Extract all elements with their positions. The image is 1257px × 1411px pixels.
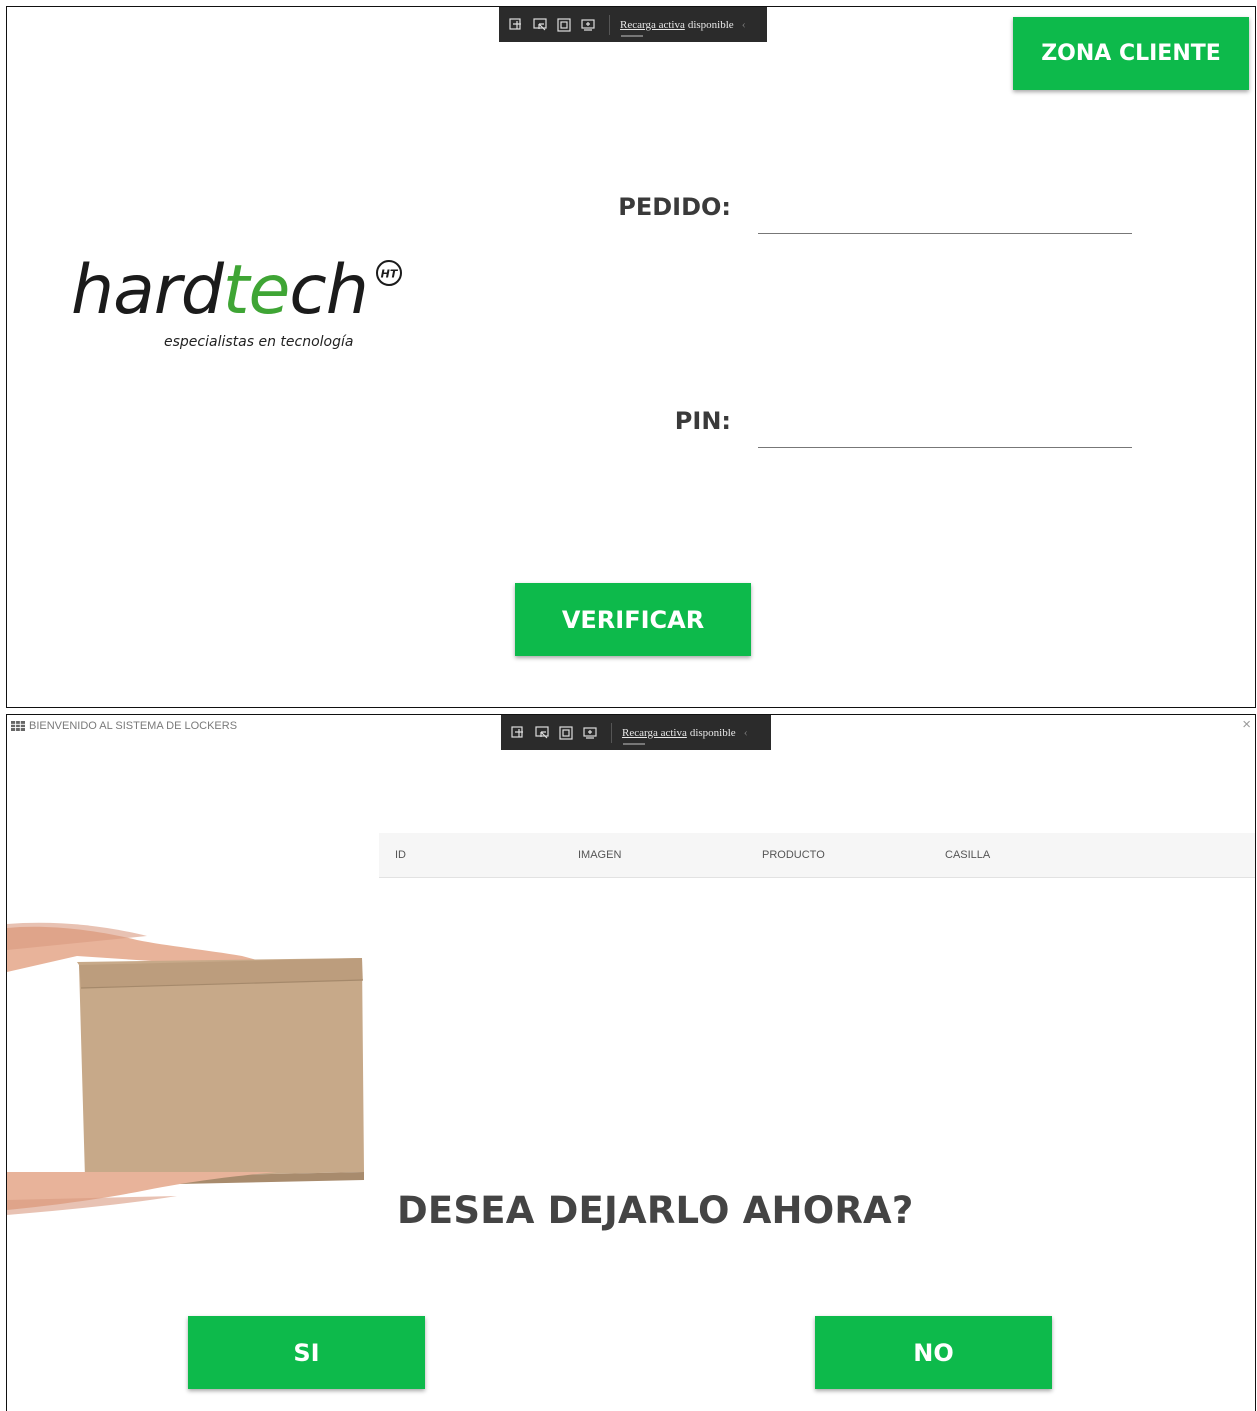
drag-handle[interactable] [621, 35, 643, 37]
toolbar-divider [609, 14, 610, 35]
zona-cliente-button[interactable]: ZONA CLIENTE [1013, 17, 1249, 90]
select-element-icon[interactable] [535, 725, 549, 740]
logo-tagline: especialistas en tecnología [164, 334, 354, 350]
live-tree-icon[interactable] [509, 17, 523, 32]
drag-handle[interactable] [623, 743, 645, 745]
devtools-toolbar: Recarga activa disponible ‹ [499, 7, 767, 42]
svg-text:HT: HT [381, 268, 399, 281]
no-button[interactable]: NO [815, 1316, 1052, 1389]
hot-reload-link[interactable]: Recarga activa [622, 727, 687, 739]
hot-reload-link[interactable]: Recarga activa [620, 19, 685, 31]
package-box-image [7, 922, 364, 1215]
login-window: Recarga activa disponible ‹ ZONA CLIENTE… [6, 6, 1256, 708]
confirmation-question: DESEA DEJARLO AHORA? [397, 1189, 914, 1232]
select-element-icon[interactable] [533, 17, 547, 32]
devtools-toolbar: Recarga activa disponible ‹ [501, 715, 771, 750]
display-layout-icon[interactable] [557, 17, 571, 32]
app-grid-icon [11, 721, 25, 731]
verificar-button[interactable]: VERIFICAR [515, 583, 751, 656]
table-header: ID IMAGEN PRODUCTO CASILLA [379, 833, 1255, 878]
pin-input[interactable] [758, 409, 1132, 448]
hardtech-logo: hardtech HT especialistas en tecnología [71, 257, 416, 357]
toolbar-divider [611, 722, 612, 743]
collapse-chevron-icon[interactable]: ‹ [744, 725, 748, 740]
collapse-chevron-icon[interactable]: ‹ [742, 17, 746, 32]
close-icon[interactable]: × [1242, 716, 1251, 733]
display-layout-icon[interactable] [559, 725, 573, 740]
logo-ht-mark-icon: HT [376, 260, 402, 286]
column-header-producto[interactable]: PRODUCTO [762, 849, 825, 861]
track-focus-icon[interactable] [581, 18, 595, 32]
live-tree-icon[interactable] [511, 725, 525, 740]
yes-button[interactable]: SI [188, 1316, 425, 1389]
window-title: BIENVENIDO AL SISTEMA DE LOCKERS [29, 720, 238, 732]
hot-reload-status: disponible [687, 18, 734, 31]
hot-reload-status: disponible [689, 726, 736, 739]
pedido-label: PEDIDO: [618, 193, 731, 221]
pin-label: PIN: [674, 407, 731, 435]
lockers-window: BIENVENIDO AL SISTEMA DE LOCKERS × Recar… [6, 714, 1256, 1411]
column-header-imagen[interactable]: IMAGEN [578, 849, 621, 861]
pedido-input[interactable] [758, 195, 1132, 234]
products-table: ID IMAGEN PRODUCTO CASILLA [379, 833, 1255, 878]
column-header-casilla[interactable]: CASILLA [945, 849, 990, 861]
column-header-id[interactable]: ID [395, 849, 406, 861]
logo-wordmark: hardtech [71, 251, 369, 330]
track-focus-icon[interactable] [583, 726, 597, 740]
